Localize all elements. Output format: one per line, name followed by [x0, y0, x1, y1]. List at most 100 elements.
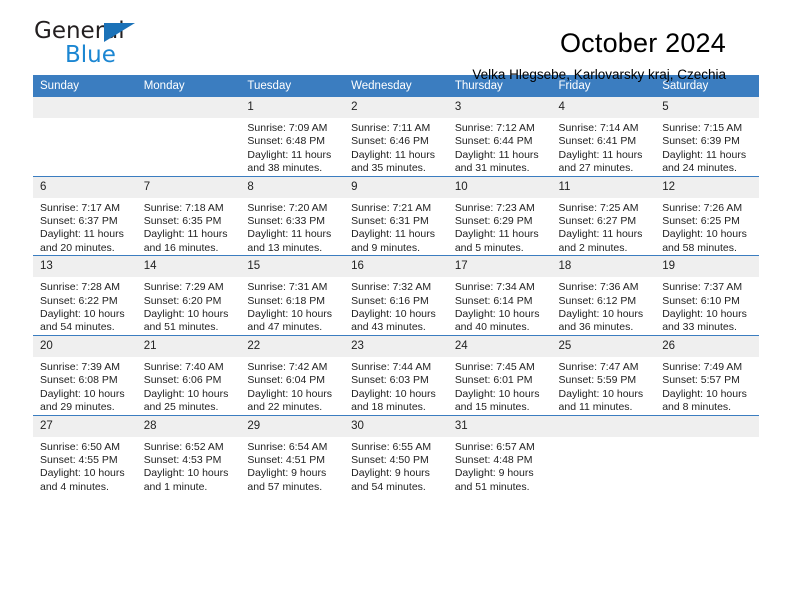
day-details: Sunrise: 7:18 AM Sunset: 6:35 PM Daylight:…: [137, 198, 241, 256]
daylight-text-line2: and 8 minutes.: [662, 401, 732, 414]
calendar-day-cell[interactable]: 4 Sunrise: 7:14 AM Sunset: 6:41 PM Daylight…: [551, 97, 656, 177]
daylight-text-line1: Daylight: 10 hours: [247, 387, 333, 400]
calendar-week-row: 20 Sunrise: 7:39 AM Sunset: 6:08 PM Dayligh…: [33, 334, 759, 415]
daylight-text-line2: and 20 minutes.: [40, 241, 115, 254]
generalblue-logo[interactable]: General Blue: [34, 19, 224, 67]
day-number: 16: [344, 256, 448, 278]
daylight-text-line1: Daylight: 11 hours: [351, 228, 435, 241]
month-calendar: Sunday Monday Tuesday Wednesday Thursday…: [33, 75, 759, 495]
calendar-day-cell[interactable]: 3 Sunrise: 7:12 AM Sunset: 6:44 PM Daylight…: [447, 97, 552, 177]
calendar-day-cell[interactable]: 16 Sunrise: 7:32 AM Sunset: 6:16 PM Dayligh…: [344, 255, 448, 336]
day-details: Sunrise: 7:34 AM Sunset: 6:14 PM Daylight:…: [448, 277, 552, 335]
calendar-day-cell[interactable]: 28 Sunrise: 6:52 AM Sunset: 4:53 PM Dayligh…: [136, 414, 241, 495]
sunrise-text: Sunrise: 7:32 AM: [351, 281, 432, 294]
calendar-day-cell[interactable]: 9 Sunrise: 7:21 AM Sunset: 6:31 PM Daylight…: [344, 175, 448, 256]
calendar-day-cell[interactable]: 14 Sunrise: 7:29 AM Sunset: 6:20 PM Dayligh…: [136, 255, 241, 336]
day-details: Sunrise: 6:55 AM Sunset: 4:50 PM Daylight:…: [344, 437, 448, 495]
daylight-text-line2: and 43 minutes.: [351, 321, 426, 334]
sunrise-text: Sunrise: 7:21 AM: [351, 201, 432, 214]
sunset-text: Sunset: 6:33 PM: [247, 215, 326, 228]
daylight-text-line1: Daylight: 11 hours: [143, 228, 228, 241]
calendar-day-cell[interactable]: 19 Sunrise: 7:37 AM Sunset: 6:10 PM Dayligh…: [655, 255, 759, 336]
day-details: Sunrise: 7:11 AM Sunset: 6:46 PM Daylight:…: [344, 118, 448, 176]
sunset-text: Sunset: 5:57 PM: [662, 374, 740, 387]
day-details: Sunrise: 7:29 AM Sunset: 6:20 PM Daylight:…: [137, 277, 241, 335]
daylight-text-line2: and 51 minutes.: [454, 480, 530, 493]
calendar-day-cell[interactable]: 24 Sunrise: 7:45 AM Sunset: 6:01 PM Dayligh…: [447, 334, 552, 415]
daylight-text-line1: Daylight: 10 hours: [143, 467, 229, 480]
calendar-day-cell[interactable]: 25 Sunrise: 7:47 AM Sunset: 5:59 PM Dayligh…: [551, 334, 656, 415]
calendar-cell-empty: [33, 97, 137, 177]
daylight-text-line1: Daylight: 10 hours: [662, 228, 747, 241]
day-details: Sunrise: 7:44 AM Sunset: 6:03 PM Daylight:…: [344, 357, 448, 415]
calendar-day-cell[interactable]: 6 Sunrise: 7:17 AM Sunset: 6:37 PM Daylight…: [33, 175, 137, 256]
calendar-day-cell[interactable]: 31 Sunrise: 6:57 AM Sunset: 4:48 PM Dayligh…: [447, 414, 552, 495]
calendar-cell-empty: [655, 414, 759, 495]
calendar-day-cell[interactable]: 23 Sunrise: 7:44 AM Sunset: 6:03 PM Dayligh…: [344, 334, 448, 415]
daylight-text-line1: Daylight: 9 hours: [351, 467, 430, 480]
daylight-text-line1: Daylight: 10 hours: [454, 308, 540, 321]
day-details: Sunrise: 7:17 AM Sunset: 6:37 PM Daylight:…: [33, 198, 137, 256]
calendar-day-cell[interactable]: 10 Sunrise: 7:23 AM Sunset: 6:29 PM Dayligh…: [447, 175, 552, 256]
daylight-text-line1: Daylight: 11 hours: [558, 228, 643, 241]
sunrise-text: Sunrise: 7:45 AM: [454, 360, 535, 373]
sunset-text: Sunset: 6:10 PM: [662, 294, 740, 307]
sunset-text: Sunset: 6:44 PM: [454, 135, 533, 148]
weekday-header-wednesday: Wednesday: [344, 75, 448, 97]
calendar-day-cell[interactable]: 11 Sunrise: 7:25 AM Sunset: 6:27 PM Dayligh…: [551, 175, 656, 256]
calendar-day-cell[interactable]: 20 Sunrise: 7:39 AM Sunset: 6:08 PM Dayligh…: [33, 334, 137, 415]
calendar-day-cell[interactable]: 5 Sunrise: 7:15 AM Sunset: 6:39 PM Daylight…: [655, 97, 759, 177]
daylight-text-line1: Daylight: 11 hours: [40, 228, 124, 241]
sunset-text: Sunset: 6:22 PM: [40, 294, 118, 307]
day-number: 12: [655, 176, 759, 198]
day-details: Sunrise: 7:25 AM Sunset: 6:27 PM Daylight:…: [552, 198, 656, 256]
sunset-text: Sunset: 6:14 PM: [454, 294, 533, 307]
sunset-text: Sunset: 6:16 PM: [351, 294, 429, 307]
day-number: 13: [33, 256, 137, 278]
calendar-cell-empty: [136, 97, 241, 177]
daylight-text-line1: Daylight: 10 hours: [143, 387, 229, 400]
calendar-day-cell[interactable]: 2 Sunrise: 7:11 AM Sunset: 6:46 PM Daylight…: [344, 97, 448, 177]
daylight-text-line1: Daylight: 9 hours: [247, 467, 327, 480]
sunrise-text: Sunrise: 7:37 AM: [662, 281, 743, 294]
day-details: Sunrise: 7:21 AM Sunset: 6:31 PM Daylight:…: [344, 198, 448, 256]
calendar-day-cell[interactable]: 21 Sunrise: 7:40 AM Sunset: 6:06 PM Dayligh…: [136, 334, 241, 415]
day-number: 10: [447, 176, 552, 198]
calendar-day-cell[interactable]: 17 Sunrise: 7:34 AM Sunset: 6:14 PM Dayligh…: [447, 255, 552, 336]
calendar-day-cell[interactable]: 7 Sunrise: 7:18 AM Sunset: 6:35 PM Daylight…: [136, 175, 241, 256]
day-number: 1: [240, 97, 345, 118]
daylight-text-line2: and 57 minutes.: [247, 480, 323, 493]
sunrise-text: Sunrise: 7:31 AM: [247, 281, 328, 294]
calendar-day-cell[interactable]: 13 Sunrise: 7:28 AM Sunset: 6:22 PM Dayligh…: [33, 255, 137, 336]
calendar-day-cell[interactable]: 1 Sunrise: 7:09 AM Sunset: 6:48 PM Daylight…: [240, 97, 345, 177]
weekday-header-sunday: Sunday: [33, 75, 137, 97]
daylight-text-line1: Daylight: 11 hours: [351, 148, 435, 161]
calendar-week-row: 1 Sunrise: 7:09 AM Sunset: 6:48 PM Daylight…: [33, 97, 759, 177]
weekday-header-tuesday: Tuesday: [240, 75, 345, 97]
day-number: 30: [344, 415, 448, 437]
calendar-day-cell[interactable]: 18 Sunrise: 7:36 AM Sunset: 6:12 PM Dayligh…: [551, 255, 656, 336]
day-number: 25: [551, 335, 656, 357]
daylight-text-line1: Daylight: 10 hours: [143, 308, 229, 321]
day-number: 5: [655, 97, 759, 118]
daylight-text-line2: and 18 minutes.: [351, 401, 426, 414]
calendar-day-cell[interactable]: 29 Sunrise: 6:54 AM Sunset: 4:51 PM Dayligh…: [240, 414, 345, 495]
calendar-day-cell[interactable]: 12 Sunrise: 7:26 AM Sunset: 6:25 PM Dayligh…: [655, 175, 759, 256]
sunrise-text: Sunrise: 7:14 AM: [558, 122, 639, 134]
sunrise-text: Sunrise: 7:49 AM: [662, 360, 743, 373]
calendar-day-cell[interactable]: 22 Sunrise: 7:42 AM Sunset: 6:04 PM Dayligh…: [240, 334, 345, 415]
sunset-text: Sunset: 6:46 PM: [351, 135, 429, 148]
day-number: 18: [551, 256, 656, 278]
daylight-text-line2: and 33 minutes.: [662, 321, 737, 334]
calendar-week-row: 13 Sunrise: 7:28 AM Sunset: 6:22 PM Dayligh…: [33, 255, 759, 336]
sunset-text: Sunset: 4:50 PM: [351, 453, 429, 466]
calendar-day-cell[interactable]: 30 Sunrise: 6:55 AM Sunset: 4:50 PM Dayligh…: [344, 414, 448, 495]
calendar-day-cell[interactable]: 8 Sunrise: 7:20 AM Sunset: 6:33 PM Daylight…: [240, 175, 345, 256]
calendar-day-cell[interactable]: 27 Sunrise: 6:50 AM Sunset: 4:55 PM Dayligh…: [33, 414, 137, 495]
day-number: 9: [344, 176, 448, 198]
sunset-text: Sunset: 6:03 PM: [351, 374, 429, 387]
calendar-day-cell[interactable]: 15 Sunrise: 7:31 AM Sunset: 6:18 PM Dayligh…: [240, 255, 345, 336]
calendar-day-cell[interactable]: 26 Sunrise: 7:49 AM Sunset: 5:57 PM Dayligh…: [655, 334, 759, 415]
day-details: Sunrise: 7:37 AM Sunset: 6:10 PM Daylight:…: [655, 277, 759, 335]
day-details: Sunrise: 7:45 AM Sunset: 6:01 PM Daylight:…: [448, 357, 552, 415]
